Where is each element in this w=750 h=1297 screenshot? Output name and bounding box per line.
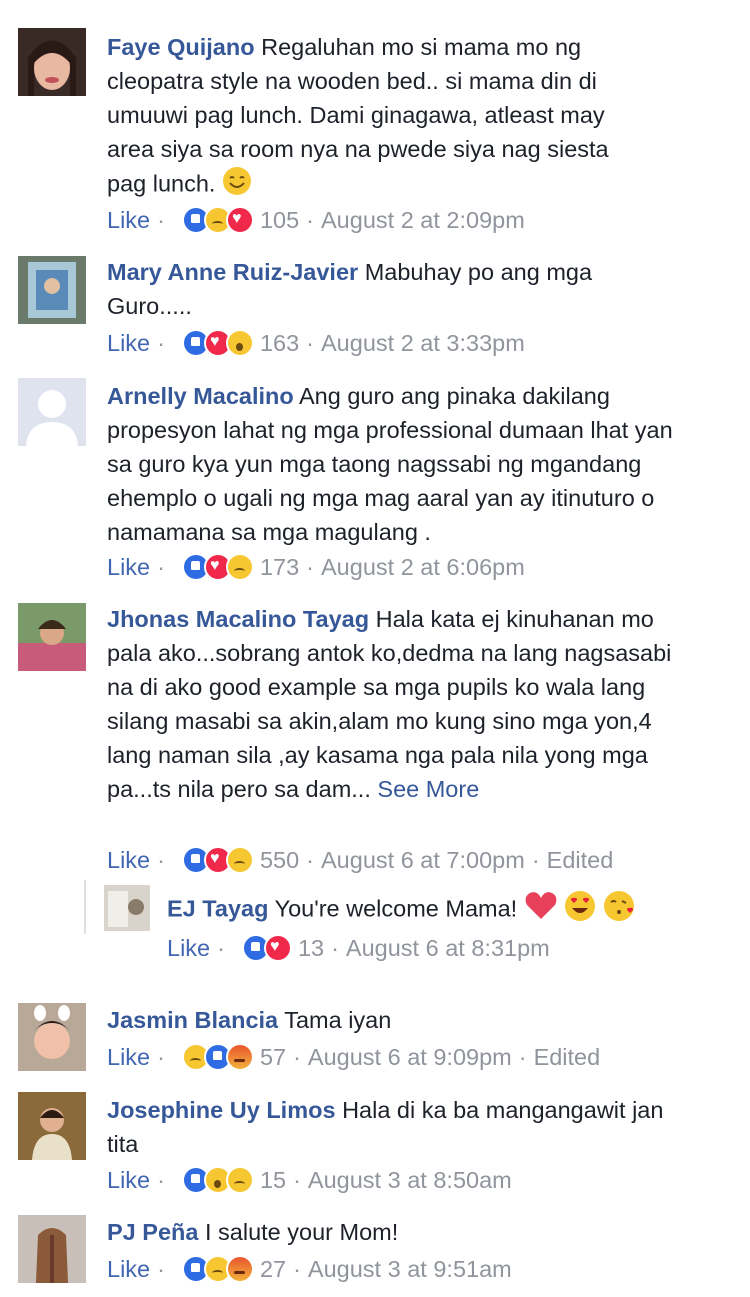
timestamp[interactable]: August 6 at 7:00pm: [321, 843, 525, 877]
reactions[interactable]: [181, 329, 254, 357]
like-button[interactable]: Like: [167, 931, 210, 965]
reactions[interactable]: [181, 1043, 254, 1071]
timestamp[interactable]: August 6 at 8:31pm: [346, 931, 550, 965]
smile-emoji-icon: [222, 166, 252, 205]
reaction-count[interactable]: 173: [260, 550, 299, 584]
avatar[interactable]: [104, 885, 150, 931]
avatar[interactable]: [18, 1215, 86, 1283]
reactions[interactable]: [181, 846, 254, 874]
reaction-count[interactable]: 105: [260, 203, 299, 237]
like-button[interactable]: Like: [107, 1163, 150, 1197]
see-more-link[interactable]: See More: [377, 776, 479, 802]
reply-thread-line: [84, 880, 86, 934]
author-name[interactable]: Faye Quijano: [107, 34, 255, 60]
author-name[interactable]: EJ Tayag: [167, 896, 268, 922]
comment-text: Hala kata ej kinuhanan mo pala ako...sob…: [107, 606, 672, 802]
avatar[interactable]: [18, 1092, 86, 1160]
like-button[interactable]: Like: [107, 1040, 150, 1074]
reactions[interactable]: [181, 206, 254, 234]
comment-text: I salute your Mom!: [204, 1219, 399, 1245]
red-heart-emoji-icon: [524, 891, 558, 930]
comment-text: Tama iyan: [284, 1007, 392, 1033]
reaction-count[interactable]: 550: [260, 843, 299, 877]
love-icon: [263, 934, 292, 962]
kissing-face-emoji-icon: [603, 890, 635, 931]
edited-label[interactable]: Edited: [534, 1040, 601, 1074]
reaction-count[interactable]: 13: [298, 931, 324, 965]
avatar[interactable]: [18, 1003, 86, 1071]
like-button[interactable]: Like: [107, 326, 150, 360]
reaction-count[interactable]: 57: [260, 1040, 286, 1074]
edited-label[interactable]: Edited: [547, 843, 614, 877]
author-name[interactable]: Mary Anne Ruiz-Javier: [107, 259, 358, 285]
timestamp[interactable]: August 2 at 3:33pm: [321, 326, 525, 360]
like-button[interactable]: Like: [107, 550, 150, 584]
reaction-count[interactable]: 27: [260, 1252, 286, 1286]
author-name[interactable]: Arnelly Macalino: [107, 383, 294, 409]
wow-icon: [225, 329, 254, 357]
like-button[interactable]: Like: [107, 1252, 150, 1286]
angry-icon: [225, 1255, 254, 1283]
sad-icon: [225, 1166, 254, 1194]
author-name[interactable]: Jasmin Blancia: [107, 1007, 278, 1033]
like-button[interactable]: Like: [107, 203, 150, 237]
sad-icon: [225, 846, 254, 874]
avatar[interactable]: [18, 256, 86, 324]
timestamp[interactable]: August 3 at 8:50am: [308, 1163, 512, 1197]
reaction-count[interactable]: 163: [260, 326, 299, 360]
avatar[interactable]: [18, 378, 86, 446]
reactions[interactable]: [181, 1255, 254, 1283]
timestamp[interactable]: August 3 at 9:51am: [308, 1252, 512, 1286]
reactions[interactable]: [181, 553, 254, 581]
reactions[interactable]: [181, 1166, 254, 1194]
sad-icon: [225, 553, 254, 581]
love-icon: [225, 206, 254, 234]
author-name[interactable]: Josephine Uy Limos: [107, 1097, 336, 1123]
timestamp[interactable]: August 6 at 9:09pm: [308, 1040, 512, 1074]
timestamp[interactable]: August 2 at 6:06pm: [321, 550, 525, 584]
avatar[interactable]: [18, 603, 86, 671]
author-name[interactable]: Jhonas Macalino Tayag: [107, 606, 369, 632]
timestamp[interactable]: August 2 at 2:09pm: [321, 203, 525, 237]
avatar[interactable]: [18, 28, 86, 96]
angry-icon: [225, 1043, 254, 1071]
comment-text: You're welcome Mama!: [274, 895, 518, 922]
reaction-count[interactable]: 15: [260, 1163, 286, 1197]
reactions[interactable]: [241, 934, 292, 962]
heart-eyes-emoji-icon: [564, 890, 596, 931]
author-name[interactable]: PJ Peña: [107, 1219, 198, 1245]
like-button[interactable]: Like: [107, 843, 150, 877]
